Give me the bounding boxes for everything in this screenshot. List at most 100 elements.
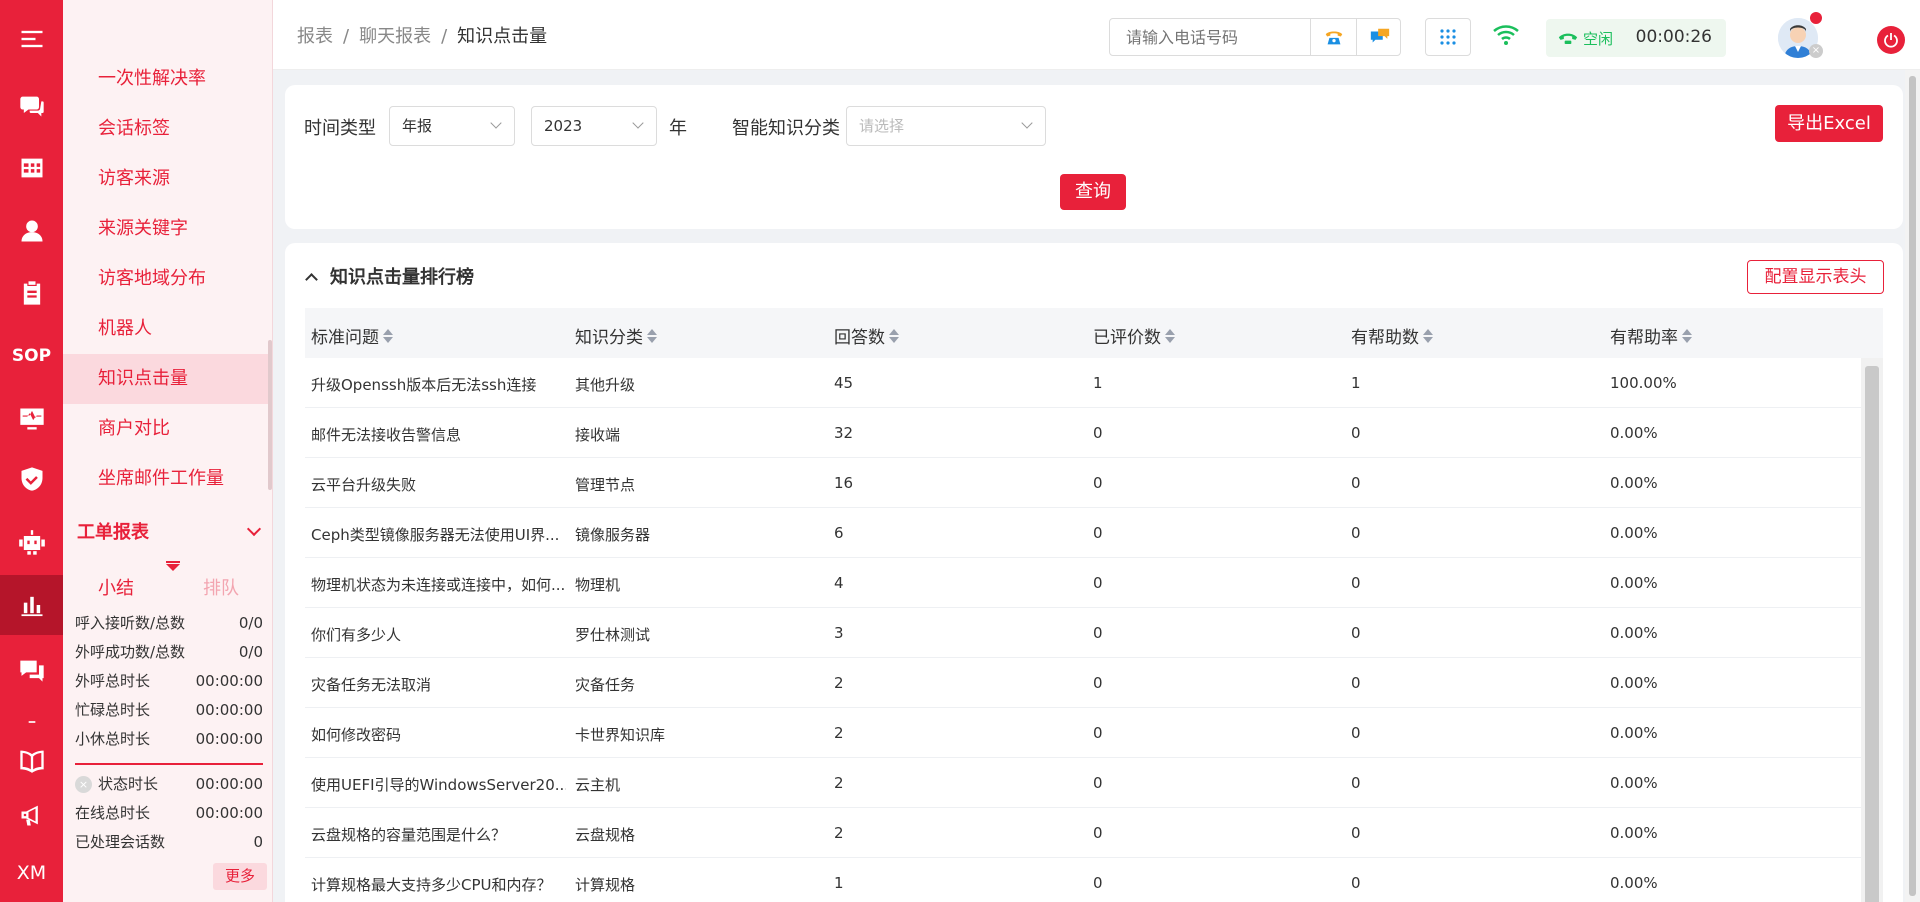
ranking-panel: 知识点击量排行榜 配置显示表头 标准问题 知识分类 回答数 已评价数 有帮助数 … [285, 243, 1903, 902]
sidebar-item-source-keyword[interactable]: 来源关键字 [63, 204, 272, 254]
configure-columns-button[interactable]: 配置显示表头 [1747, 260, 1884, 294]
robot-icon[interactable] [0, 518, 63, 568]
sidebar-item-visitor-source[interactable]: 访客来源 [63, 154, 272, 204]
stat-row: × 状态时长 00:00:00 [75, 770, 263, 799]
sort-icon[interactable] [889, 328, 899, 344]
offline-badge-icon: × [1809, 44, 1823, 58]
logout-button[interactable] [1877, 26, 1905, 54]
column-header[interactable]: 知识分类 [575, 323, 657, 348]
report-chart-icon[interactable] [0, 575, 63, 635]
agent-status[interactable]: 空闲 00:00:26 [1546, 19, 1726, 57]
cell-helpful: 0 [1351, 474, 1361, 492]
monitor-icon[interactable] [0, 394, 63, 444]
sort-icon[interactable] [1423, 328, 1433, 344]
table-row[interactable]: 云平台升级失败 管理节点 16 0 0 0.00% [305, 458, 1863, 508]
message-icon[interactable] [0, 645, 63, 695]
time-type-select[interactable]: 年报 [389, 106, 515, 146]
tab-summary[interactable]: 小结 [98, 574, 134, 600]
more-button[interactable]: 更多 [213, 863, 267, 890]
sidebar-item-label: 机器人 [98, 318, 152, 339]
cell-question: 云盘规格的容量范围是什么？ [311, 826, 507, 844]
cell-helpful-rate: 0.00% [1610, 424, 1658, 442]
category-select[interactable]: 请选择 [846, 106, 1046, 146]
sidebar-item-knowledge-clicks[interactable]: 知识点击量 [63, 354, 272, 404]
cell-rated: 0 [1093, 874, 1103, 892]
sort-icon[interactable] [1682, 328, 1692, 344]
scrollbar-thumb[interactable] [1909, 76, 1916, 896]
ranking-title[interactable]: 知识点击量排行榜 [305, 263, 474, 289]
scrollbar-thumb[interactable] [1865, 366, 1879, 902]
collapse-handle-icon[interactable] [166, 561, 180, 563]
query-button[interactable]: 查询 [1060, 174, 1126, 210]
shield-icon[interactable] [0, 454, 63, 504]
cell-rated: 0 [1093, 824, 1103, 842]
sidebar-item-robot[interactable]: 机器人 [63, 304, 272, 354]
table-grid-icon[interactable] [0, 143, 63, 193]
table-scrollbar[interactable] [1861, 358, 1883, 902]
sort-icon[interactable] [647, 328, 657, 344]
table-row[interactable]: 如何修改密码 卡世界知识库 2 0 0 0.00% [305, 708, 1863, 758]
chat-bubble-icon [1370, 28, 1389, 43]
table-row[interactable]: 云盘规格的容量范围是什么？ 云盘规格 2 0 0 0.00% [305, 808, 1863, 858]
table-row[interactable]: 你们有多少人 罗仕林测试 3 0 0 0.00% [305, 608, 1863, 658]
cell-helpful: 0 [1351, 824, 1361, 842]
phone-icon [1325, 31, 1342, 45]
table-row[interactable]: 升级Openssh版本后无法ssh连接 其他升级 45 1 1 100.00% [305, 358, 1863, 408]
menu-toggle-icon[interactable] [0, 14, 63, 64]
cell-rated: 0 [1093, 424, 1103, 442]
cell-helpful: 0 [1351, 624, 1361, 642]
sidebar-item-agent-email-workload[interactable]: 坐席邮件工作量 [63, 454, 272, 504]
stat-value: 0/0 [238, 643, 263, 661]
sort-icon[interactable] [1165, 328, 1175, 344]
table-row[interactable]: 计算规格最大支持多少CPU和内存？ 计算规格 1 0 0 0.00% [305, 858, 1863, 902]
select-value: 年报 [402, 117, 433, 135]
column-header[interactable]: 已评价数 [1093, 323, 1175, 348]
table-row[interactable]: 物理机状态为未连接或连接中，如何... 物理机 4 0 0 0.00% [305, 558, 1863, 608]
column-header[interactable]: 有帮助数 [1351, 323, 1433, 348]
table-row[interactable]: 邮件无法接收告警信息 接收端 32 0 0 0.00% [305, 408, 1863, 458]
phone-input[interactable] [1110, 19, 1310, 55]
clipboard-icon[interactable] [0, 268, 63, 318]
sidebar-group-ticket-reports[interactable]: 工单报表 [77, 518, 267, 548]
column-header[interactable]: 标准问题 [311, 323, 393, 348]
chat-icon[interactable] [0, 81, 63, 131]
tab-queue[interactable]: 排队 [203, 574, 239, 600]
export-excel-button[interactable]: 导出Excel [1775, 105, 1883, 142]
sop-icon[interactable]: SOP [0, 331, 63, 381]
sidebar-item-merchant-compare[interactable]: 商户对比 [63, 404, 272, 454]
xm-icon[interactable]: XM [0, 848, 63, 898]
panel-title: 知识点击量排行榜 [330, 267, 474, 288]
close-circle-icon[interactable]: × [75, 776, 92, 793]
table-row[interactable]: Ceph类型镜像服务器无法使用UI界... 镜像服务器 6 0 0 0.00% [305, 508, 1863, 558]
sort-icon[interactable] [383, 328, 393, 344]
cell-helpful: 1 [1351, 374, 1361, 392]
sidebar-scrollbar[interactable] [268, 340, 272, 490]
apps-grid-button[interactable] [1425, 18, 1471, 56]
megaphone-icon[interactable] [0, 790, 63, 840]
breadcrumb: 报表 / 聊天报表 / 知识点击量 [297, 22, 557, 48]
dial-button[interactable] [1310, 19, 1356, 55]
sms-button[interactable] [1356, 19, 1402, 55]
cell-answers: 2 [834, 724, 844, 742]
table-row[interactable]: 使用UEFI引导的WindowsServer20... 云主机 2 0 0 0.00% [305, 758, 1863, 808]
cell-question: Ceph类型镜像服务器无法使用UI界... [311, 526, 560, 544]
year-select[interactable]: 2023 [531, 106, 657, 146]
page-scrollbar[interactable] [1905, 70, 1920, 902]
sidebar-item-visitor-region[interactable]: 访客地域分布 [63, 254, 272, 304]
cell-answers: 45 [834, 374, 854, 392]
cell-helpful-rate: 100.00% [1610, 374, 1677, 392]
column-header[interactable]: 有帮助率 [1610, 323, 1692, 348]
sidebar-item-first-resolution[interactable]: 一次性解决率 [63, 54, 272, 104]
breadcrumb-item[interactable]: 聊天报表 [359, 26, 431, 47]
chevron-down-icon [632, 117, 644, 129]
time-type-label: 时间类型 [304, 118, 376, 139]
select-placeholder: 请选择 [859, 117, 905, 135]
user-icon[interactable] [0, 206, 63, 256]
breadcrumb-item[interactable]: 报表 [297, 26, 333, 47]
column-header[interactable]: 回答数 [834, 323, 899, 348]
sidebar-item-session-tags[interactable]: 会话标签 [63, 104, 272, 154]
book-icon[interactable] [0, 735, 63, 785]
cell-rated: 0 [1093, 774, 1103, 792]
sidebar-item-label: 商户对比 [98, 418, 170, 439]
table-row[interactable]: 灾备任务无法取消 灾备任务 2 0 0 0.00% [305, 658, 1863, 708]
